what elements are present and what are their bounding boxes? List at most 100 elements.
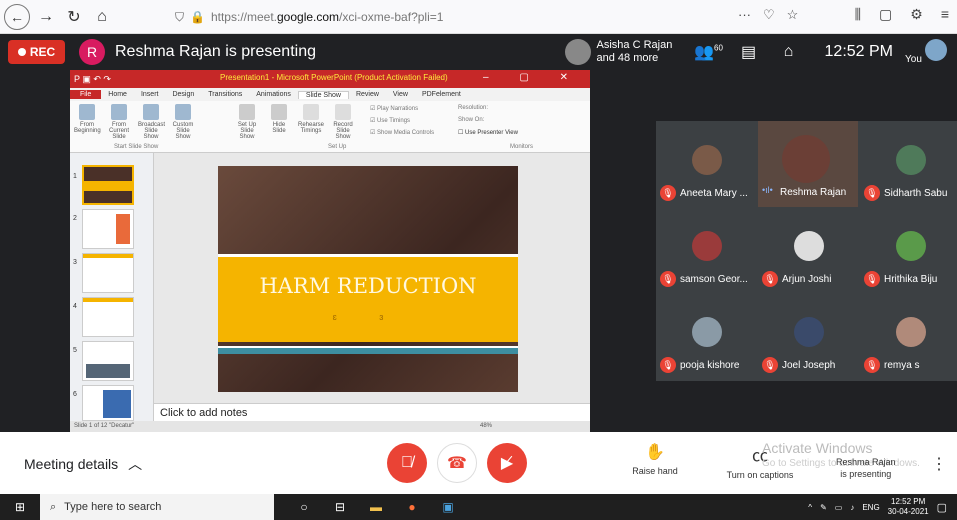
participant-tile-active-speaker[interactable]: •ıl• Reshma Rajan [758,121,858,207]
slide-thumbnail-3[interactable] [82,253,134,293]
ppt-window-title: Presentation1 - Microsoft PowerPoint (Pr… [220,73,448,82]
battery-icon[interactable]: ▭ [835,503,843,512]
presenting-status[interactable]: Reshma Rajan is presenting [836,456,896,480]
record-button[interactable]: Record Slide Show [330,104,356,140]
participant-tile[interactable]: 🎙 remya s [860,293,957,379]
use-timings-checkbox[interactable]: ☑ Use Timings [370,117,410,124]
show-media-checkbox[interactable]: ☑ Show Media Controls [370,129,434,136]
tab-view[interactable]: View [386,91,415,98]
from-current-button[interactable]: From Current Slide [106,104,132,140]
resolution-select[interactable]: Resolution: [458,105,488,111]
taskbar-clock[interactable]: 12:52 PM 30-04-2021 [888,497,929,517]
participant-name-row: 🎙 Sidharth Sabu [864,185,947,201]
presenter-view-checkbox[interactable]: ☐ Use Presenter View [458,129,518,136]
notifications-icon[interactable]: ▢ [937,501,947,514]
task-view-icon[interactable]: ⊟ [322,500,358,514]
notes-pane[interactable]: Click to add notes [154,403,590,421]
back-icon[interactable]: ← [4,3,30,30]
custom-show-button[interactable]: Custom Slide Show [170,104,196,140]
tab-transitions[interactable]: Transitions [201,91,249,98]
participant-tile[interactable]: 🎙 Sidharth Sabu [860,121,957,207]
url-path: /xci-oxme-baf?pli=1 [339,10,444,24]
participant-tile[interactable]: 🎙 pooja kishore [656,293,756,379]
cortana-icon[interactable]: ○ [286,500,322,514]
participant-tile[interactable]: 🎙 Arjun Joshi [758,207,858,293]
slide-status: Slide 1 of 12 "Decatur" [74,423,135,429]
thumb-image [103,390,131,418]
more-options-icon[interactable]: ⋮ [931,454,947,474]
slideshow-icon [79,104,95,120]
tab-slide-show[interactable]: Slide Show [297,90,349,99]
firefox-icon[interactable]: ● [394,500,430,514]
extension-icon[interactable]: ⚙ [910,6,923,23]
resolution-label: Resolution: [458,105,489,111]
pen-icon[interactable]: ✎ [820,503,827,512]
participant-avatar [896,145,926,175]
raise-hand-button[interactable]: ✋ Raise hand [630,442,680,476]
raise-hand-label: Raise hand [632,466,678,476]
reload-icon[interactable]: ↻ [62,5,86,29]
url-bar[interactable]: ⛉ 🔒 https://meet.google.com/xci-oxme-baf… [175,6,795,28]
participant-tile[interactable]: 🎙 Joel Joseph [758,293,858,379]
tab-pdfelement[interactable]: PDFelement [415,91,468,98]
slide-thumbnail-1[interactable] [82,165,134,205]
you-label: You [905,54,922,65]
current-slide[interactable]: HARM REDUCTION ɛ ɜ [218,166,518,392]
activities-icon[interactable]: ⌂ [769,43,809,61]
meeting-details-button[interactable]: Meeting details ︿ [24,454,142,474]
presenting-title: Reshma Rajan is presenting [115,43,316,60]
slide-thumbnail-5[interactable] [82,341,134,381]
chat-icon[interactable]: ▤ [729,42,769,62]
slide-thumbnail-6[interactable] [82,385,134,421]
leave-call-button[interactable]: ☎ [437,443,477,483]
rehearse-button[interactable]: Rehearse Timings [298,104,324,140]
zoom-level[interactable]: 48% [480,421,492,432]
show-on-select[interactable]: Show On: [458,117,484,123]
slide-thumbnail-4[interactable] [82,297,134,337]
language-indicator[interactable]: ENG [862,503,879,512]
forward-icon[interactable]: → [34,5,58,29]
photos-icon[interactable]: ▣ [430,500,466,514]
menu-icon[interactable]: ≡ [941,6,949,23]
volume-icon[interactable]: ♪ [850,503,854,512]
meet-controls-bar: Meeting details ︿ 🎙̸ ☎ ▶̸ ✋ Raise hand ㏄… [0,432,957,494]
tab-review[interactable]: Review [349,91,386,98]
play-narrations-checkbox[interactable]: ☑ Play Narrations [370,105,418,112]
windows-start-icon[interactable]: ⊞ [0,500,40,514]
mic-toggle-button[interactable]: 🎙̸ [387,443,427,483]
setup-slideshow-button[interactable]: Set Up Slide Show [234,104,260,140]
home-icon[interactable]: ⌂ [90,5,114,29]
presenters-line1: Asisha C Rajan [596,39,673,51]
url-prefix: https://meet. [210,10,277,24]
url-text: https://meet.google.com/xci-oxme-baf?pli… [211,10,443,24]
file-explorer-icon[interactable]: ▬ [358,500,394,514]
participant-tile[interactable]: 🎙 samson Geor... [656,207,756,293]
participant-tile[interactable]: 🎙 Hrithika Biju [860,207,957,293]
participant-tile[interactable]: 🎙 Aneeta Mary ... [656,121,756,207]
more-actions-icon[interactable]: ··· [738,7,751,23]
hide-slide-button[interactable]: Hide Slide [266,104,292,140]
tab-insert[interactable]: Insert [134,91,166,98]
broadcast-button[interactable]: Broadcast Slide Show [138,104,165,140]
people-button[interactable]: 👥60 [689,42,729,62]
tab-animations[interactable]: Animations [249,91,298,98]
mic-off-icon: 🎙 [660,185,676,201]
participant-name-row: 🎙 Arjun Joshi [762,271,831,287]
camera-toggle-button[interactable]: ▶̸ [487,443,527,483]
from-beginning-button[interactable]: From Beginning [74,104,101,140]
library-icon[interactable]: ⫼ [855,6,861,23]
presenters-summary[interactable]: Asisha C Rajan and 48 more [597,39,675,65]
slide-thumbnail-2[interactable] [82,209,134,249]
sidebar-icon[interactable]: ▢ [879,6,892,23]
participant-name-row: 🎙 Hrithika Biju [864,271,937,287]
taskbar-search[interactable]: ⌕ Type here to search [40,494,274,520]
self-view[interactable]: You [905,37,957,67]
tab-design[interactable]: Design [165,91,201,98]
tray-chevron-icon[interactable]: ^ [808,503,812,512]
play-narrations-label: Play Narrations [377,106,419,112]
tab-home[interactable]: Home [101,91,134,98]
bookmark-star-icon[interactable]: ☆ [787,7,799,23]
pocket-icon[interactable]: ♡ [763,7,775,23]
tab-file[interactable]: File [70,90,102,99]
participant-avatar [794,231,824,261]
